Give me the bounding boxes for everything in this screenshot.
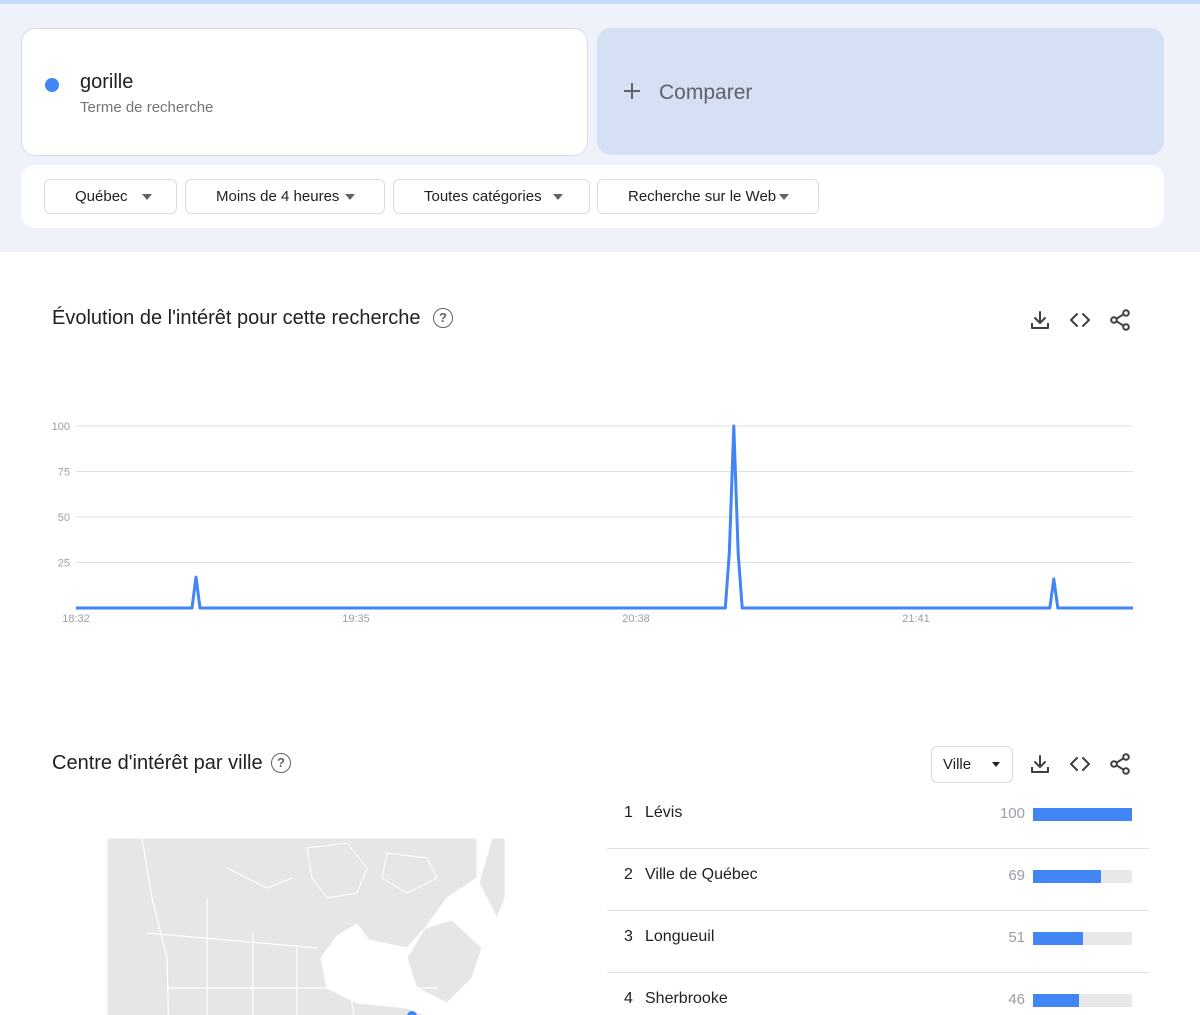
resolution-select[interactable]: Ville <box>931 746 1013 783</box>
x-tick-label: 20:38 <box>622 613 650 625</box>
city-bar <box>1033 994 1079 1007</box>
y-tick-label: 75 <box>58 467 70 479</box>
city-name: Sherbrooke <box>645 990 728 1007</box>
x-tick-label: 19:35 <box>342 613 370 625</box>
category-filter-label: Toutes catégories <box>424 188 542 205</box>
city-bar-track <box>1033 808 1132 821</box>
city-name: Lévis <box>645 804 683 821</box>
interest-line-chart: 25 50 75 100 18:32 19:35 20:38 21:41 <box>52 421 1133 625</box>
search-term-subtitle: Terme de recherche <box>80 99 214 116</box>
search-term-name[interactable]: gorille <box>80 71 133 94</box>
city-bar-track <box>1033 994 1132 1007</box>
time-filter[interactable]: Moins de 4 heures <box>185 179 385 214</box>
city-name: Longueuil <box>645 928 715 945</box>
region-map[interactable] <box>107 838 505 1015</box>
city-value: 100 <box>999 805 1025 822</box>
category-filter[interactable]: Toutes catégories <box>393 179 590 214</box>
rank-number: 3 <box>624 928 633 945</box>
y-tick-label: 50 <box>58 512 70 524</box>
help-icon[interactable]: ? <box>271 753 291 773</box>
chevron-down-icon <box>142 194 152 200</box>
chevron-down-icon <box>553 194 563 200</box>
chevron-down-icon <box>779 194 789 200</box>
city-card-title: Centre d'intérêt par ville <box>52 752 263 774</box>
city-name: Ville de Québec <box>645 866 758 883</box>
rank-number: 4 <box>624 990 633 1007</box>
rank-number: 2 <box>624 866 633 883</box>
list-item[interactable]: 1 Lévis 100 <box>607 787 1149 849</box>
y-tick-label: 100 <box>52 421 70 433</box>
list-item[interactable]: 4 Sherbrooke 46 <box>607 973 1149 1015</box>
chevron-down-icon <box>992 762 1000 767</box>
embed-code-icon[interactable] <box>1068 752 1092 776</box>
interest-over-time-card: Évolution de l'intérêt pour cette recher… <box>21 277 1164 697</box>
x-tick-label: 21:41 <box>902 613 930 625</box>
chevron-down-icon <box>345 194 355 200</box>
rank-number: 1 <box>624 804 633 821</box>
interest-by-city-card: Centre d'intérêt par ville ? Ville 1 Lév… <box>21 721 1164 1015</box>
time-filter-label: Moins de 4 heures <box>216 188 340 205</box>
city-value: 51 <box>1008 929 1025 946</box>
city-bar <box>1033 808 1132 821</box>
map-graphic <box>107 838 505 1015</box>
city-value: 69 <box>1008 867 1025 884</box>
x-tick-label: 18:32 <box>62 613 90 625</box>
term-color-dot <box>45 78 59 92</box>
city-bar <box>1033 932 1084 945</box>
city-bar-track <box>1033 932 1132 945</box>
share-icon[interactable] <box>1108 752 1132 776</box>
property-filter[interactable]: Recherche sur le Web <box>597 179 819 214</box>
compare-label: Comparer <box>659 81 753 104</box>
search-term-card[interactable]: gorille Terme de recherche <box>21 28 588 156</box>
city-bar-track <box>1033 870 1132 883</box>
filter-bar: Québec Moins de 4 heures Toutes catégori… <box>21 165 1164 228</box>
compare-button[interactable]: Comparer <box>597 28 1164 155</box>
resolution-select-value: Ville <box>943 756 972 773</box>
list-item[interactable]: 3 Longueuil 51 <box>607 911 1149 973</box>
y-tick-label: 25 <box>58 558 70 570</box>
region-filter[interactable]: Québec <box>44 179 177 214</box>
region-filter-label: Québec <box>75 188 128 205</box>
download-icon[interactable] <box>1028 752 1052 776</box>
plus-icon <box>624 83 640 99</box>
city-value: 46 <box>1008 991 1025 1008</box>
property-filter-label: Recherche sur le Web <box>628 188 777 205</box>
list-item[interactable]: 2 Ville de Québec 69 <box>607 849 1149 911</box>
city-bar <box>1033 870 1102 883</box>
